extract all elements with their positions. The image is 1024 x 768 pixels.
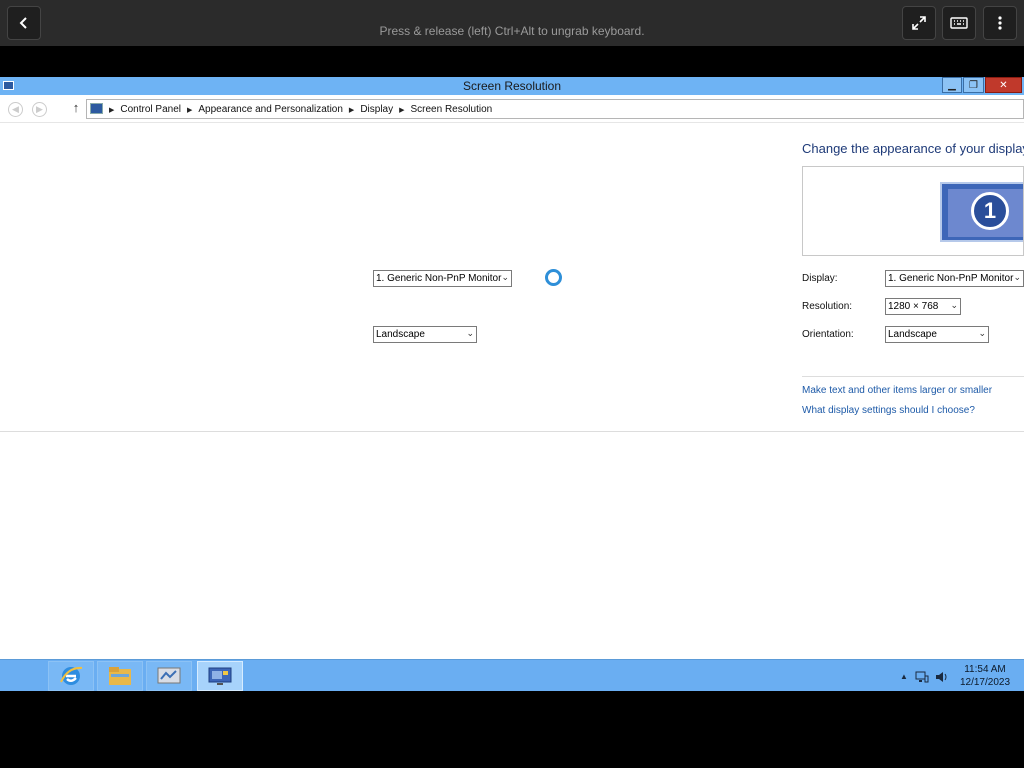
breadcrumb-separator[interactable]: ▶	[187, 106, 192, 114]
loading-spinner-icon	[545, 269, 562, 286]
breadcrumb-appearance[interactable]: Appearance and Personalization	[198, 104, 343, 115]
divider	[802, 376, 1024, 377]
volume-icon[interactable]	[935, 671, 949, 686]
up-button[interactable]: ↑	[69, 100, 83, 118]
system-clock[interactable]: 11:54 AM 12/17/2023	[955, 663, 1015, 689]
minimize-button[interactable]: ▁	[942, 77, 962, 93]
screen-resolution-window: Screen Resolution ▁ ❐ ✕ ◀ ▶ ↑ ▶ Control …	[0, 77, 1024, 659]
breadcrumb-screen-resolution[interactable]: Screen Resolution	[411, 104, 493, 115]
breadcrumb-separator[interactable]: ▶	[399, 106, 404, 114]
breadcrumb-control-panel[interactable]: Control Panel	[120, 104, 181, 115]
arrow-left-icon: ◀	[12, 104, 19, 114]
orientation-select[interactable]: Landscape	[885, 326, 989, 343]
clock-time: 11:54 AM	[964, 664, 1006, 675]
address-bar[interactable]: ▶ Control Panel ▶ Appearance and Persona…	[86, 99, 1024, 119]
window-title: Screen Resolution	[462, 79, 562, 93]
monitor-preview[interactable]: 1	[802, 166, 1024, 256]
resolution-label: Resolution:	[802, 301, 853, 312]
breadcrumb: ▶ Control Panel ▶ Appearance and Persona…	[109, 104, 492, 115]
orientation-dropdown[interactable]: Landscape ⌄	[885, 326, 989, 343]
start-area[interactable]	[0, 660, 46, 692]
taskbar-server-manager[interactable]	[146, 661, 192, 691]
taskbar-file-explorer[interactable]	[97, 661, 143, 691]
orientation-label: Orientation:	[802, 329, 854, 340]
close-button[interactable]: ✕	[985, 77, 1022, 93]
taskbar-screen-resolution[interactable]	[197, 661, 243, 691]
back-nav-button[interactable]: ◀	[8, 102, 23, 117]
navigation-bar: ◀ ▶ ↑ ▶ Control Panel ▶ Appearance and P…	[0, 95, 1024, 123]
display-help-link[interactable]: What display settings should I choose?	[802, 405, 975, 416]
ungrab-hint: Press & release (left) Ctrl+Alt to ungra…	[379, 24, 645, 38]
clock-date: 12/17/2023	[959, 677, 1011, 688]
taskbar: ▲ 11:54 AM 12/17/2023	[0, 659, 1024, 691]
breadcrumb-separator[interactable]: ▶	[109, 106, 114, 114]
page-heading: Change the appearance of your display	[802, 141, 1024, 156]
monitor-number-badge: 1	[971, 192, 1009, 230]
arrow-right-icon: ▶	[36, 104, 43, 114]
text-size-link[interactable]: Make text and other items larger or smal…	[802, 385, 992, 396]
window-titlebar[interactable]: Screen Resolution ▁ ❐ ✕	[0, 77, 1024, 95]
viewer-toolbar: Press & release (left) Ctrl+Alt to ungra…	[0, 0, 1024, 46]
resolution-dropdown[interactable]: 1280 × 768 ⌄	[885, 298, 961, 315]
folder-icon	[109, 667, 131, 685]
breadcrumb-separator[interactable]: ▶	[349, 106, 354, 114]
display-label: Display:	[802, 273, 838, 284]
internet-explorer-icon	[60, 666, 83, 685]
resolution-select[interactable]: 1280 × 768	[885, 298, 961, 315]
ghost-orientation-dropdown[interactable]: Landscape ⌄	[373, 326, 477, 343]
ghost-orientation-select[interactable]: Landscape	[373, 326, 477, 343]
keyboard-icon	[950, 17, 968, 29]
monitor-1[interactable]: 1	[940, 182, 1023, 242]
server-manager-icon	[157, 667, 181, 684]
keyboard-button[interactable]	[942, 6, 976, 40]
ghost-display-select[interactable]: 1. Generic Non-PnP Monitor	[373, 270, 512, 287]
control-panel-icon	[90, 103, 103, 114]
ghost-display-dropdown[interactable]: 1. Generic Non-PnP Monitor ⌄	[373, 270, 512, 287]
restore-button[interactable]: ❐	[963, 77, 984, 93]
network-icon[interactable]	[915, 671, 929, 686]
breadcrumb-display[interactable]: Display	[360, 104, 393, 115]
taskbar-internet-explorer[interactable]	[48, 661, 94, 691]
display-select[interactable]: 1. Generic Non-PnP Monitor	[885, 270, 1024, 287]
show-hidden-icons-button[interactable]: ▲	[900, 672, 908, 681]
fullscreen-button[interactable]	[902, 6, 936, 40]
more-button[interactable]	[983, 6, 1017, 40]
display-dropdown[interactable]: 1. Generic Non-PnP Monitor ⌄	[885, 270, 1024, 287]
fullscreen-icon	[912, 16, 926, 30]
forward-nav-button[interactable]: ▶	[32, 102, 47, 117]
more-vertical-icon	[998, 16, 1002, 30]
content-divider	[0, 431, 1024, 432]
display-icon	[208, 667, 232, 685]
